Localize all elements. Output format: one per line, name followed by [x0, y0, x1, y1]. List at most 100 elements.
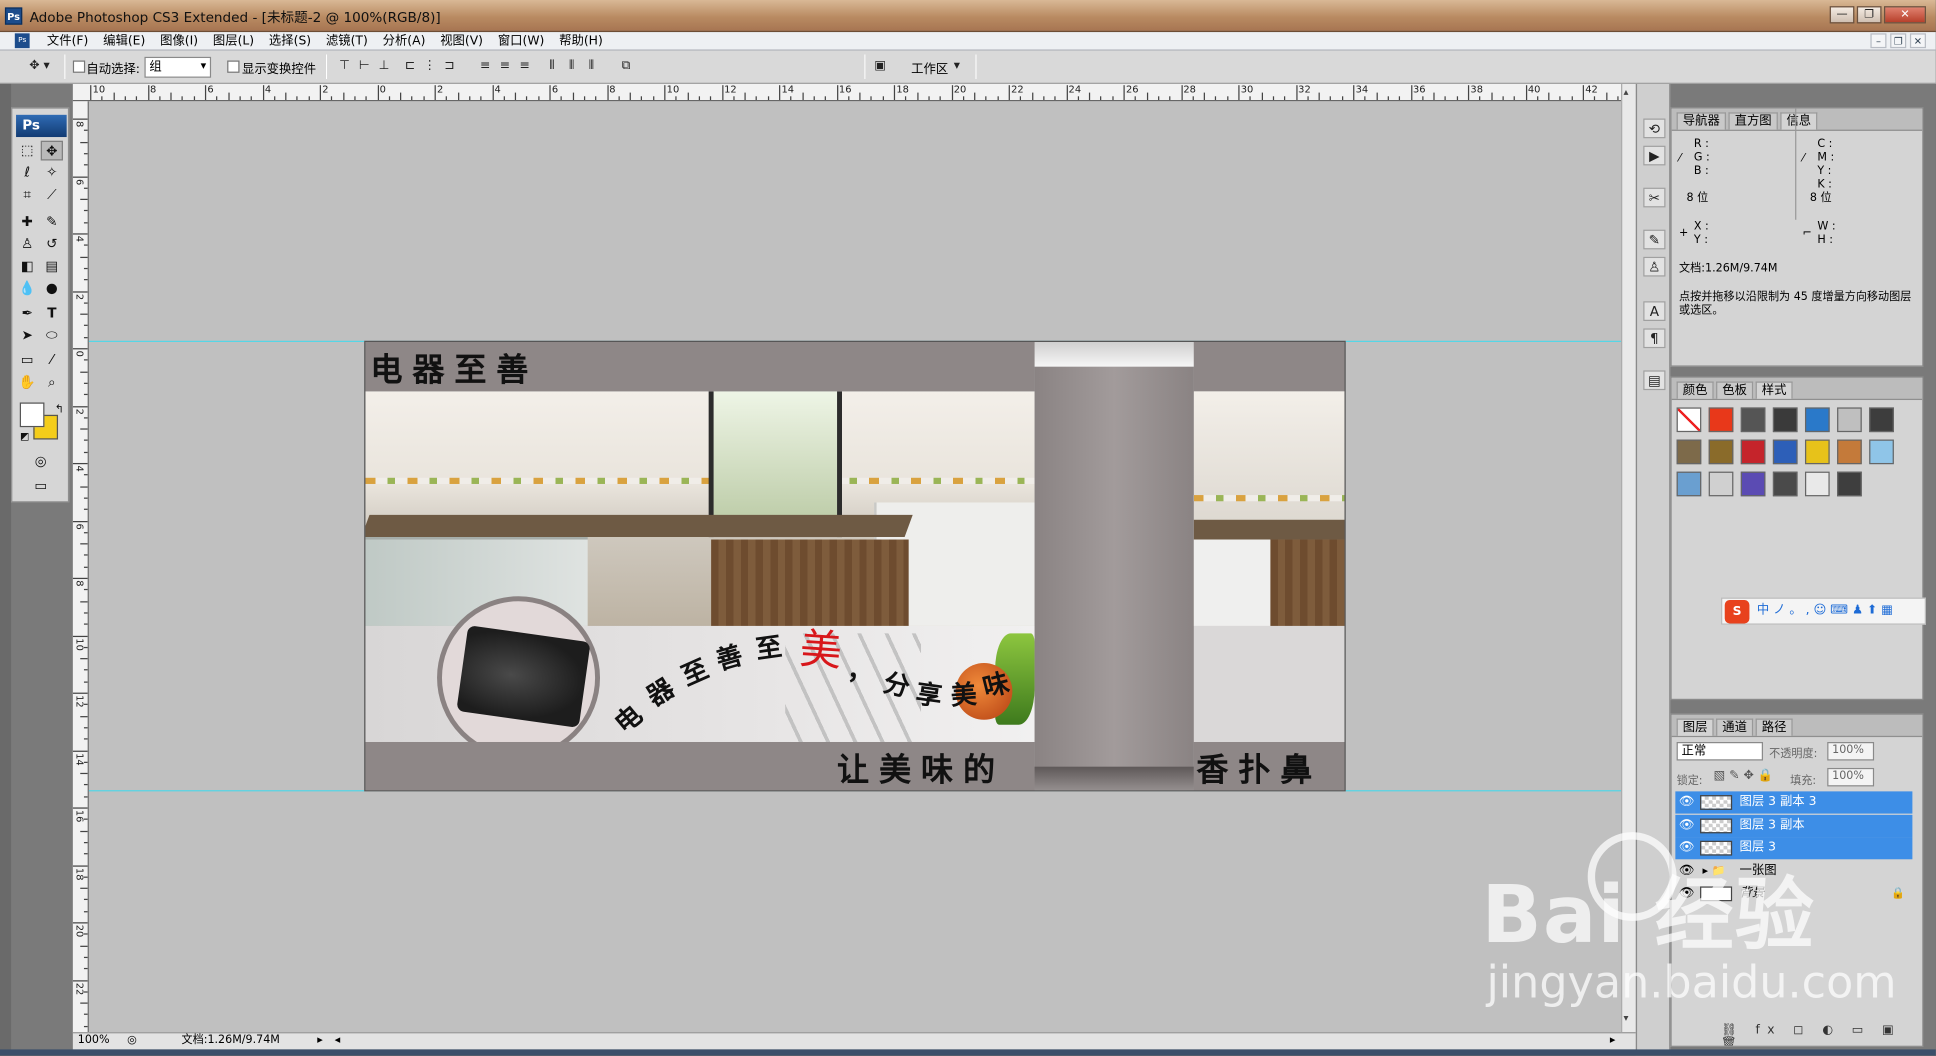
info-tab-2[interactable]: 信息	[1780, 112, 1818, 130]
styles-tab-2[interactable]: 样式	[1755, 381, 1793, 399]
swap-colors-icon[interactable]: ↰	[48, 400, 70, 420]
shape-tool-icon[interactable]: ⬭	[41, 326, 63, 346]
distribute-right-icon[interactable]: ⦀	[583, 59, 600, 74]
style-swatch[interactable]	[1772, 439, 1798, 465]
history-brush-tool-icon[interactable]: ↺	[41, 235, 63, 255]
hand-tool-icon[interactable]: ✋	[16, 373, 38, 393]
layer-row[interactable]: 👁 图层 3 副本	[1675, 814, 1913, 837]
distribute-hcenter-icon[interactable]: ⦀	[563, 59, 580, 74]
auto-select-checkbox[interactable]	[72, 60, 86, 73]
style-swatch[interactable]	[1676, 471, 1702, 497]
ime-status-icons[interactable]: 中 ノ 。 , ☺ ⌨ ♟ ⬆ ▦	[1757, 599, 1893, 624]
align-vcenter-icon[interactable]: ⊢	[356, 59, 373, 74]
workspace-chevron-down-icon[interactable]: ▾	[951, 59, 963, 74]
menu-item-4[interactable]: 选择(S)	[262, 32, 319, 51]
crop-tool-icon[interactable]: ⌗	[16, 185, 38, 205]
style-swatch[interactable]	[1740, 439, 1766, 465]
status-menu-arrow-icon[interactable]: ▸	[317, 1033, 323, 1049]
style-swatch[interactable]	[1740, 471, 1766, 497]
visibility-eye-icon[interactable]: 👁	[1678, 817, 1695, 834]
menu-item-9[interactable]: 帮助(H)	[552, 32, 610, 51]
move-tool-preset-icon[interactable]: ✥ ▾	[22, 59, 57, 74]
file-browser-icon[interactable]: ▣	[872, 59, 889, 74]
document-canvas[interactable]: 电器至善 电 器 至 善 至 美 ， 分 享 美 味 让美味的 香扑鼻	[364, 340, 1346, 792]
cmyk-eyedropper-icon[interactable]: ⁄	[1803, 153, 1805, 167]
paragraph-panel-icon[interactable]: ¶	[1643, 328, 1666, 349]
opacity-input[interactable]: 100%	[1827, 741, 1875, 761]
brushes-panel-icon[interactable]: ✎	[1643, 229, 1666, 250]
align-right-icon[interactable]: ⊐	[441, 59, 458, 74]
restore-button[interactable]: ❐	[1856, 6, 1882, 24]
style-swatch[interactable]	[1676, 439, 1702, 465]
workspace-menu[interactable]: 工作区	[911, 58, 948, 77]
blur-tool-icon[interactable]: 💧	[16, 279, 38, 299]
default-colors-icon[interactable]: ◩	[14, 427, 36, 447]
eyedropper-icon[interactable]: ⁄	[1679, 153, 1681, 167]
style-swatch[interactable]	[1804, 439, 1830, 465]
close-button[interactable]: ✕	[1883, 6, 1926, 24]
style-swatch[interactable]	[1740, 407, 1766, 433]
style-swatch[interactable]	[1708, 407, 1734, 433]
layers-tab-0[interactable]: 图层	[1676, 718, 1714, 736]
distribute-top-icon[interactable]: ≡	[477, 59, 494, 74]
slice-tool-icon[interactable]: ⟋	[41, 185, 63, 205]
menu-item-1[interactable]: 编辑(E)	[96, 32, 153, 51]
clone-source-icon[interactable]: ♙	[1643, 256, 1666, 277]
layers-tab-2[interactable]: 路径	[1755, 718, 1793, 736]
zoom-level[interactable]: 100%	[78, 1033, 110, 1049]
style-swatch[interactable]	[1772, 407, 1798, 433]
move-tool-icon[interactable]: ✥	[40, 140, 63, 161]
style-swatch[interactable]	[1708, 439, 1734, 465]
distribute-left-icon[interactable]: ⦀	[543, 59, 560, 74]
style-swatch[interactable]	[1837, 439, 1862, 465]
eyedropper-tool-icon[interactable]: ⁄	[41, 351, 63, 371]
hscroll-left-icon[interactable]: ◂	[335, 1033, 341, 1049]
auto-align-icon[interactable]: ⧉	[617, 59, 634, 74]
minimize-button[interactable]: —	[1829, 6, 1855, 24]
menu-item-0[interactable]: 文件(F)	[40, 32, 96, 51]
menu-item-2[interactable]: 图像(I)	[153, 32, 206, 51]
canvas-area[interactable]: 电器至善 电 器 至 善 至 美 ， 分 享 美 味 让美味的 香扑鼻	[88, 101, 1622, 1033]
align-top-icon[interactable]: ⊤	[336, 59, 353, 74]
layers-tab-1[interactable]: 通道	[1716, 718, 1754, 736]
doc-restore-button[interactable]: ❐	[1890, 33, 1907, 49]
style-swatch[interactable]	[1869, 407, 1894, 433]
style-swatch[interactable]	[1772, 471, 1798, 497]
menu-item-3[interactable]: 图层(L)	[206, 32, 262, 51]
doc-minimize-button[interactable]: –	[1870, 33, 1887, 49]
actions-panel-icon[interactable]: ▶	[1643, 145, 1666, 166]
style-swatch[interactable]	[1837, 471, 1862, 497]
fill-input[interactable]: 100%	[1827, 767, 1875, 787]
doc-close-button[interactable]: ✕	[1909, 33, 1926, 49]
dodge-tool-icon[interactable]: ●	[41, 279, 63, 299]
pen-tool-icon[interactable]: ✒	[16, 304, 38, 324]
healing-brush-tool-icon[interactable]: ✚	[16, 212, 38, 232]
quick-mask-icon[interactable]: ◎	[30, 452, 52, 472]
styles-tab-0[interactable]: 颜色	[1676, 381, 1714, 399]
lock-icons[interactable]: ▧ ✎ ✥ 🔒	[1714, 769, 1774, 783]
history-panel-icon[interactable]: ⟲	[1643, 118, 1666, 139]
info-tab-0[interactable]: 导航器	[1676, 112, 1726, 130]
show-transform-checkbox[interactable]	[227, 60, 240, 73]
foreground-color-swatch[interactable]	[19, 402, 45, 428]
align-left-icon[interactable]: ⊏	[401, 59, 418, 74]
magic-wand-tool-icon[interactable]: ✧	[41, 163, 63, 183]
styles-tab-1[interactable]: 色板	[1716, 381, 1754, 399]
zoom-tool-icon[interactable]: ⌕	[41, 373, 63, 393]
gradient-tool-icon[interactable]: ▤	[41, 257, 63, 277]
menu-item-6[interactable]: 分析(A)	[375, 32, 433, 51]
notes-tool-icon[interactable]: ▭	[16, 351, 38, 371]
menu-item-7[interactable]: 视图(V)	[433, 32, 491, 51]
menu-item-5[interactable]: 滤镜(T)	[319, 32, 376, 51]
auto-select-target-select[interactable]: 组	[144, 56, 212, 78]
distribute-vcenter-icon[interactable]: ≡	[496, 59, 513, 74]
scroll-up-icon[interactable]: ▴	[1623, 86, 1628, 97]
ime-toolbar[interactable]: S 中 ノ 。 , ☺ ⌨ ♟ ⬆ ▦	[1721, 597, 1926, 625]
style-swatch[interactable]	[1869, 439, 1894, 465]
blend-mode-select[interactable]: 正常	[1676, 741, 1764, 761]
style-swatch[interactable]	[1804, 471, 1830, 497]
document-menu-icon[interactable]: Ps	[14, 33, 30, 49]
brush-tool-icon[interactable]: ✎	[41, 212, 63, 232]
path-selection-tool-icon[interactable]: ➤	[16, 326, 38, 346]
menu-item-8[interactable]: 窗口(W)	[490, 32, 551, 51]
